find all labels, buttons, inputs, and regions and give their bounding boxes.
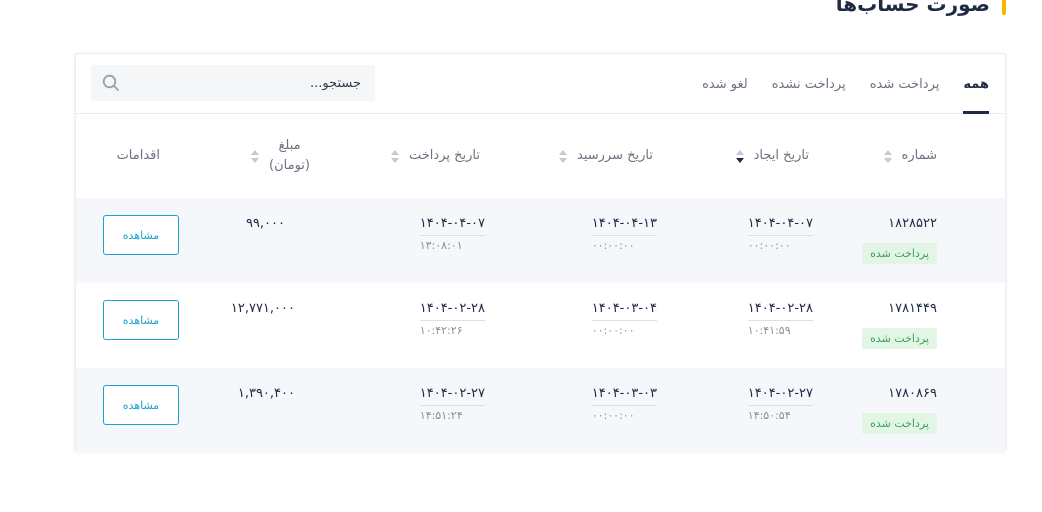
column-label-number: شماره [901, 148, 937, 163]
due-time: ۰۰:۰۰:۰۰ [591, 324, 635, 337]
tab-cancelled[interactable]: لغو شده [702, 54, 748, 114]
amount: ۱۲,۷۷۱,۰۰۰ [230, 301, 295, 316]
column-header-number[interactable]: شماره [883, 114, 937, 198]
column-label-due: تاریخ سررسید [577, 148, 653, 163]
invoice-number[interactable]: ۱۸۲۸۵۲۲ [862, 216, 937, 231]
heading-accent-bar [1002, 0, 1006, 15]
amount: ۱,۳۹۰,۴۰۰ [237, 386, 295, 401]
due-date: ۱۴۰۴-۰۳-۰۳ [591, 386, 657, 406]
due-time: ۰۰:۰۰:۰۰ [591, 239, 635, 252]
paid-date-cell: ۱۴۰۴-۰۲-۲۷ ۱۴:۵۱:۲۴ [419, 386, 485, 422]
sort-icon[interactable] [559, 149, 568, 163]
status-badge: پرداخت شده [862, 243, 937, 264]
amount-label: مبلغ [278, 138, 301, 153]
created-time: ۱۰:۴۱:۵۹ [747, 324, 791, 337]
invoice-number-cell: ۱۸۲۸۵۲۲ پرداخت شده [862, 216, 937, 264]
view-button[interactable]: مشاهده [103, 300, 179, 340]
page-heading: صورت حساب‌ها [836, 0, 1006, 16]
amount: ۹۹,۰۰۰ [245, 216, 285, 231]
created-time: ۰۰:۰۰:۰۰ [747, 239, 791, 252]
column-label-actions: اقدامات [116, 148, 160, 163]
sort-icon[interactable] [251, 149, 260, 163]
invoices-toolbar: همه پرداخت شده پرداخت نشده لغو شده [76, 54, 1005, 114]
column-header-amount[interactable]: مبلغ (تومان) [251, 114, 310, 198]
due-date-cell: ۱۴۰۴-۰۳-۰۴ ۰۰:۰۰:۰۰ [591, 301, 657, 337]
column-header-created[interactable]: تاریخ ایجاد [735, 114, 809, 198]
tab-unpaid[interactable]: پرداخت نشده [772, 54, 846, 114]
status-badge: پرداخت شده [862, 413, 937, 434]
paid-date-cell: ۱۴۰۴-۰۴-۰۷ ۱۳:۰۸:۰۱ [419, 216, 485, 252]
due-time: ۰۰:۰۰:۰۰ [591, 409, 635, 422]
invoice-number[interactable]: ۱۷۸۱۴۴۹ [862, 301, 937, 316]
sort-icon[interactable] [735, 149, 744, 163]
invoice-number-cell: ۱۷۸۱۴۴۹ پرداخت شده [862, 301, 937, 349]
column-header-due[interactable]: تاریخ سررسید [559, 114, 653, 198]
table-row: ۱۸۲۸۵۲۲ پرداخت شده ۱۴۰۴-۰۴-۰۷ ۰۰:۰۰:۰۰ ۱… [76, 198, 1005, 283]
column-label-amount: مبلغ (تومان) [269, 136, 310, 176]
status-tabs: همه پرداخت شده پرداخت نشده لغو شده [702, 54, 989, 114]
sort-icon[interactable] [391, 149, 399, 163]
due-date-cell: ۱۴۰۴-۰۴-۱۳ ۰۰:۰۰:۰۰ [591, 216, 657, 252]
created-date-cell: ۱۴۰۴-۰۲-۲۷ ۱۴:۵۰:۵۴ [747, 386, 813, 422]
created-date-cell: ۱۴۰۴-۰۴-۰۷ ۰۰:۰۰:۰۰ [747, 216, 813, 252]
column-label-created: تاریخ ایجاد [753, 148, 809, 163]
table-header: شماره تاریخ ایجاد تاریخ سررسید تاریخ پرد… [76, 114, 1005, 198]
due-date: ۱۴۰۴-۰۴-۱۳ [591, 216, 657, 236]
invoice-number[interactable]: ۱۷۸۰۸۶۹ [862, 386, 937, 401]
paid-date: ۱۴۰۴-۰۲-۲۷ [419, 386, 485, 406]
created-date: ۱۴۰۴-۰۲-۲۷ [747, 386, 813, 406]
sort-icon[interactable] [883, 149, 892, 163]
paid-date-cell: ۱۴۰۴-۰۲-۲۸ ۱۰:۴۲:۲۶ [419, 301, 485, 337]
paid-time: ۱۰:۴۲:۲۶ [419, 324, 463, 337]
created-date-cell: ۱۴۰۴-۰۲-۲۸ ۱۰:۴۱:۵۹ [747, 301, 813, 337]
invoices-card: همه پرداخت شده پرداخت نشده لغو شده شماره… [75, 53, 1006, 453]
search-box [91, 65, 375, 101]
table-row: ۱۷۸۱۴۴۹ پرداخت شده ۱۴۰۴-۰۲-۲۸ ۱۰:۴۱:۵۹ ۱… [76, 283, 1005, 368]
paid-date: ۱۴۰۴-۰۲-۲۸ [419, 301, 485, 321]
table-row: ۱۷۸۰۸۶۹ پرداخت شده ۱۴۰۴-۰۲-۲۷ ۱۴:۵۰:۵۴ ۱… [76, 368, 1005, 453]
created-time: ۱۴:۵۰:۵۴ [747, 409, 791, 422]
view-button[interactable]: مشاهده [103, 385, 179, 425]
paid-date: ۱۴۰۴-۰۴-۰۷ [419, 216, 485, 236]
column-header-actions: اقدامات [117, 114, 160, 198]
due-date-cell: ۱۴۰۴-۰۳-۰۳ ۰۰:۰۰:۰۰ [591, 386, 657, 422]
column-label-paid: تاریخ پرداخت [409, 148, 480, 163]
search-input[interactable] [131, 65, 375, 101]
page-title: صورت حساب‌ها [835, 0, 990, 16]
tab-paid[interactable]: پرداخت شده [870, 54, 940, 114]
amount-unit-label: (تومان) [269, 158, 310, 173]
invoice-number-cell: ۱۷۸۰۸۶۹ پرداخت شده [862, 386, 937, 434]
created-date: ۱۴۰۴-۰۲-۲۸ [747, 301, 813, 321]
view-button[interactable]: مشاهده [103, 215, 179, 255]
due-date: ۱۴۰۴-۰۳-۰۴ [591, 301, 657, 321]
paid-time: ۱۴:۵۱:۲۴ [419, 409, 463, 422]
tab-all[interactable]: همه [963, 54, 989, 114]
paid-time: ۱۳:۰۸:۰۱ [419, 239, 463, 252]
column-header-paid[interactable]: تاریخ پرداخت [391, 114, 480, 198]
search-icon[interactable] [91, 65, 131, 101]
created-date: ۱۴۰۴-۰۴-۰۷ [747, 216, 813, 236]
status-badge: پرداخت شده [862, 328, 937, 349]
